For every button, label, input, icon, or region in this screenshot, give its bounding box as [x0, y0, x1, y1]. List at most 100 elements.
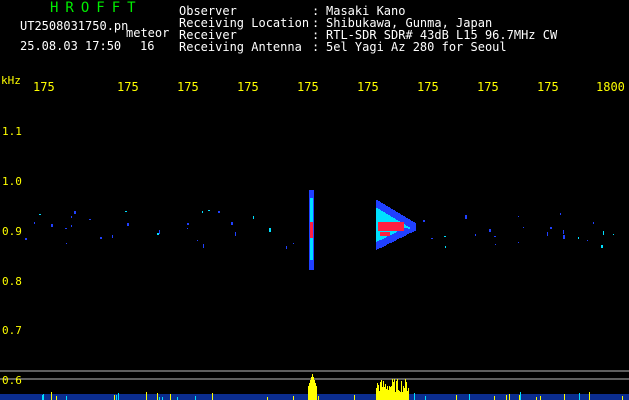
- meteor-trail-core: [380, 232, 390, 236]
- noise-blip: [423, 220, 425, 222]
- noise-blip: [202, 211, 203, 213]
- noise-blip: [39, 214, 41, 215]
- meteor-trail-column: [410, 220, 411, 233]
- activity-bar: [622, 396, 623, 400]
- activity-bar: [389, 386, 390, 400]
- y-tick-label: 0.6: [2, 374, 22, 387]
- activity-bar: [520, 392, 521, 400]
- activity-bar: [116, 395, 117, 400]
- meteor-trail-inner: [407, 226, 408, 228]
- x-axis-unit: kHz: [1, 74, 21, 87]
- activity-bar: [42, 395, 43, 400]
- activity-bar: [384, 387, 385, 400]
- noise-blip: [563, 230, 564, 234]
- activity-bar: [315, 383, 316, 400]
- meteor-trail-inner: [409, 227, 410, 229]
- activity-bar: [408, 388, 409, 400]
- meteor-trail-column: [413, 222, 414, 232]
- activity-bar: [383, 381, 384, 400]
- noise-blip: [445, 246, 446, 248]
- noise-blip: [197, 240, 198, 241]
- activity-bar: [392, 379, 393, 400]
- noise-blip: [208, 210, 210, 211]
- meteor-trail-column: [409, 219, 410, 233]
- activity-bar: [425, 396, 426, 400]
- noise-blip: [218, 211, 220, 213]
- noise-blip: [187, 228, 188, 229]
- activity-bar: [308, 386, 309, 400]
- noise-blip: [125, 211, 127, 212]
- noise-blip: [74, 211, 76, 214]
- noise-blip: [286, 246, 287, 249]
- activity-bar: [494, 396, 495, 400]
- activity-bar: [405, 379, 406, 400]
- y-tick-label: 1.0: [2, 175, 22, 188]
- y-tick-label: 0.9: [2, 225, 22, 238]
- activity-bar: [394, 379, 395, 400]
- activity-bar: [311, 377, 312, 400]
- x-tick-label: 175: [297, 80, 319, 94]
- noise-blip: [157, 233, 159, 235]
- meteor-trail-core: [378, 222, 404, 231]
- noise-blip: [71, 225, 72, 227]
- noise-blip: [494, 236, 496, 237]
- x-tick-label: 175: [417, 80, 439, 94]
- activity-bar: [589, 392, 590, 400]
- activity-bar: [506, 395, 507, 400]
- activity-bar: [387, 386, 388, 400]
- activity-bar: [376, 388, 377, 400]
- echo-layer: [25, 190, 614, 270]
- activity-bar: [393, 382, 394, 400]
- activity-bar: [380, 382, 381, 400]
- activity-bar: [404, 388, 405, 400]
- meteor-trail-inner: [377, 208, 378, 241]
- noise-blip: [578, 237, 579, 239]
- activity-bar: [43, 394, 44, 400]
- noise-blip: [203, 244, 204, 248]
- activity-bar: [403, 386, 404, 400]
- activity-bar: [469, 394, 470, 400]
- activity-bar: [385, 384, 386, 400]
- activity-bar: [118, 393, 119, 400]
- noise-blip: [563, 235, 565, 239]
- meteor-trail-inner: [404, 224, 405, 228]
- activity-bar: [382, 387, 383, 400]
- activity-bar: [391, 386, 392, 400]
- noise-blip: [66, 243, 67, 244]
- activity-bar: [398, 390, 399, 400]
- x-tick-label: 175: [357, 80, 379, 94]
- activity-bar: [402, 392, 403, 400]
- noise-blip: [71, 216, 72, 218]
- meteor-trail-inner: [408, 227, 409, 229]
- activity-bar: [456, 395, 457, 400]
- noise-blip: [34, 222, 35, 224]
- x-tick-label: 1800: [596, 80, 625, 94]
- activity-bar: [170, 394, 171, 400]
- noise-blip: [25, 238, 27, 240]
- activity-bar: [406, 382, 407, 400]
- activity-bar: [212, 393, 213, 400]
- noise-blip: [547, 232, 548, 236]
- activity-bar: [386, 389, 387, 400]
- meteor-trail-column: [415, 223, 416, 231]
- activity-bar: [399, 391, 400, 400]
- activity-bar: [379, 391, 380, 400]
- x-tick-label: 175: [117, 80, 139, 94]
- activity-bar: [318, 396, 319, 400]
- noise-blip: [489, 229, 491, 232]
- activity-bar: [564, 394, 565, 400]
- activity-bar: [397, 379, 398, 400]
- activity-bar: [407, 391, 408, 400]
- noise-blip: [231, 222, 233, 225]
- x-tick-label: 175: [537, 80, 559, 94]
- x-tick-label: 175: [237, 80, 259, 94]
- activity-bar: [388, 390, 389, 400]
- y-tick-label: 1.1: [2, 125, 22, 138]
- activity-bar: [354, 395, 355, 400]
- activity-bar: [519, 395, 520, 400]
- meteor-trail-inner: [405, 225, 406, 228]
- activity-bar: [540, 396, 541, 400]
- y-tick-label: 0.7: [2, 324, 22, 337]
- noise-blip: [560, 213, 561, 215]
- noise-blip: [235, 232, 236, 236]
